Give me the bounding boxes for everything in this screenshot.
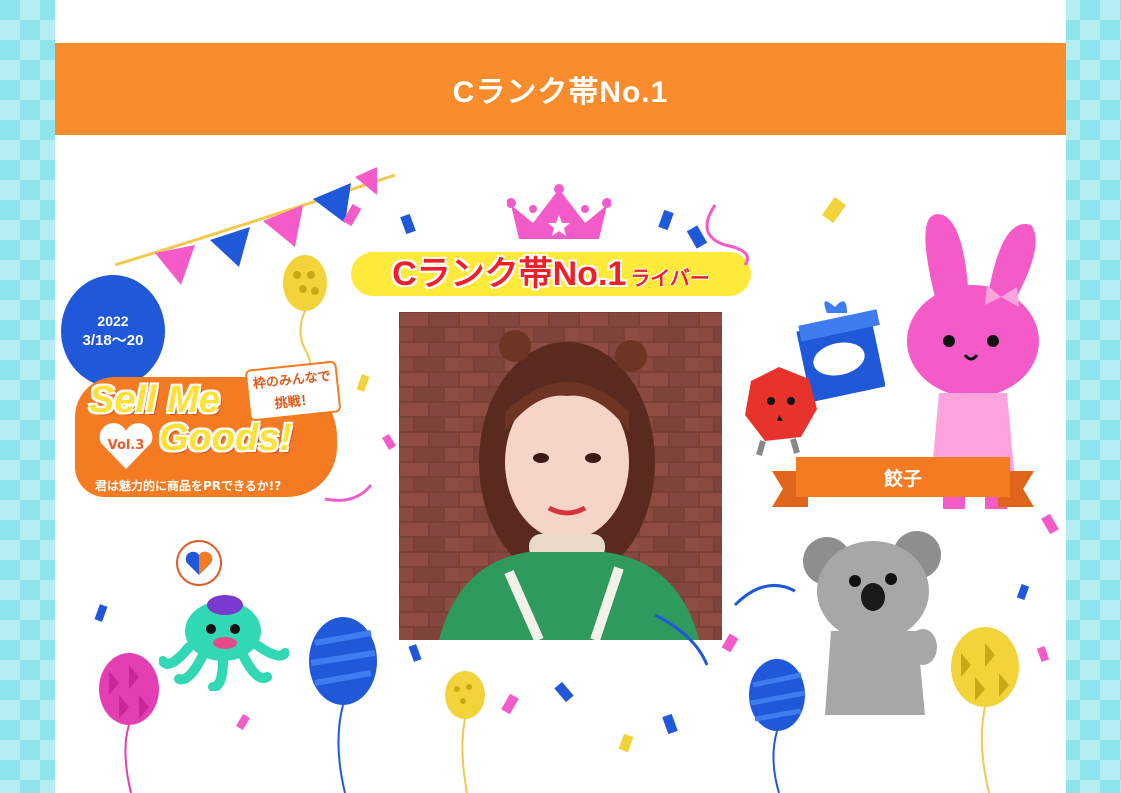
header-banner: Cランク帯No.1 [55, 43, 1066, 135]
main-page: Cランク帯No.1 Cランク帯No.1 ライバー 2022 3/18～20 Se… [55, 0, 1066, 793]
logo-vol: Vol.3 [107, 438, 145, 453]
award-card: Cランク帯No.1 ライバー 2022 3/18～20 Sell Me Vol.… [55, 135, 1066, 793]
page-title: Cランク帯No.1 [452, 76, 669, 109]
confetti-decoration [94, 196, 1059, 753]
